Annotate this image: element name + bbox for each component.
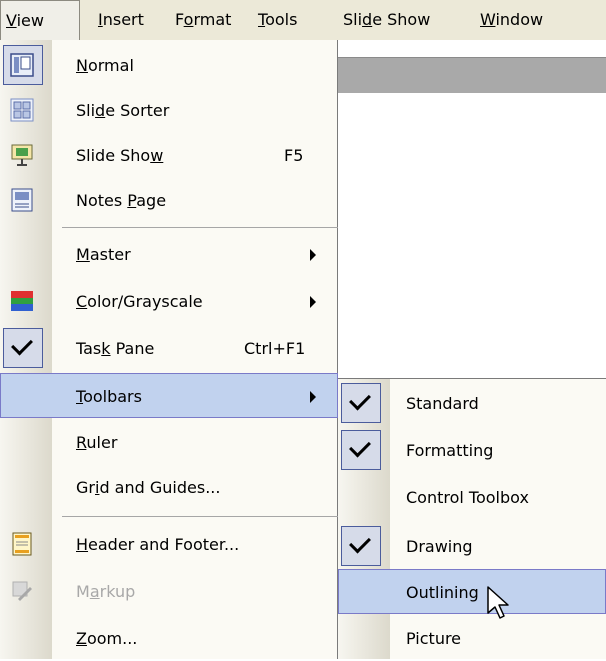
slide-sorter-icon <box>10 98 34 122</box>
check-icon <box>349 435 371 458</box>
color-grayscale-icon <box>11 291 33 311</box>
menu-item-grid-and-guides[interactable]: Grid and Guides... <box>0 465 338 510</box>
check-icon <box>349 388 371 411</box>
menu-item-master[interactable]: Master <box>0 232 338 277</box>
menu-view[interactable]: View <box>0 0 80 40</box>
document-title-strip <box>338 57 606 93</box>
check-icon <box>349 531 371 554</box>
submenu-arrow-icon <box>310 249 316 261</box>
toolbars-submenu: Standard Formatting Control Toolbox Draw… <box>338 378 606 659</box>
notes-page-icon <box>11 188 33 212</box>
normal-view-icon <box>10 53 34 77</box>
mouse-pointer-icon <box>487 586 509 619</box>
menu-item-zoom[interactable]: Zoom... <box>0 616 338 661</box>
submenu-arrow-icon <box>310 296 316 308</box>
submenu-arrow-icon <box>310 391 316 403</box>
menu-insert[interactable]: Insert <box>98 0 144 40</box>
menu-item-toolbars[interactable]: Toolbars <box>0 373 338 418</box>
menu-window[interactable]: Window <box>480 0 543 40</box>
standard-check-frame <box>341 383 381 423</box>
menu-item-markup: Markup <box>0 569 338 614</box>
menu-item-normal[interactable]: Normal <box>0 43 338 88</box>
submenu-item-drawing[interactable]: Drawing <box>338 524 606 569</box>
menu-item-ruler[interactable]: Ruler <box>0 420 338 465</box>
menu-slide-show[interactable]: Slide Show <box>343 0 430 40</box>
header-footer-icon <box>12 532 32 556</box>
submenu-item-control-toolbox[interactable]: Control Toolbox <box>338 475 606 520</box>
menu-format[interactable]: Format <box>175 0 231 40</box>
task-pane-check-frame <box>3 328 43 368</box>
submenu-item-picture[interactable]: Picture <box>338 616 606 661</box>
menu-item-slide-sorter[interactable]: Slide Sorter <box>0 88 338 133</box>
view-menu: Normal Slide Sorter Slide Show F5 Notes … <box>0 40 338 659</box>
menu-bar: View Insert Format Tools Slide Show Wind… <box>0 0 606 40</box>
drawing-check-frame <box>341 526 381 566</box>
slide-show-icon <box>11 144 33 166</box>
submenu-item-formatting[interactable]: Formatting <box>338 428 606 473</box>
menu-separator <box>62 516 338 517</box>
menu-item-slide-show[interactable]: Slide Show F5 <box>0 133 338 178</box>
menu-separator <box>62 227 338 228</box>
menu-item-header-footer[interactable]: Header and Footer... <box>0 522 338 567</box>
formatting-check-frame <box>341 430 381 470</box>
menu-item-color-grayscale[interactable]: Color/Grayscale <box>0 279 338 324</box>
submenu-item-standard[interactable]: Standard <box>338 381 606 426</box>
check-icon <box>11 333 33 356</box>
menu-item-task-pane[interactable]: Task Pane Ctrl+F1 <box>0 326 338 371</box>
submenu-item-outlining[interactable]: Outlining <box>338 569 606 614</box>
markup-icon <box>12 581 32 601</box>
menu-item-notes-page[interactable]: Notes Page <box>0 178 338 223</box>
menu-tools[interactable]: Tools <box>258 0 297 40</box>
